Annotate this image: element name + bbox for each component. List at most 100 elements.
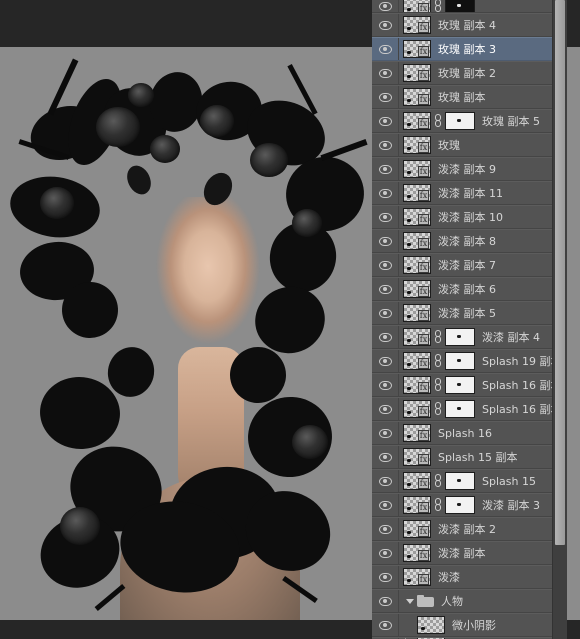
layer-visibility-toggle[interactable]	[372, 62, 399, 84]
layer-mask-thumbnail[interactable]	[445, 0, 475, 12]
layer-name[interactable]: 泼漆 副本 9	[438, 163, 496, 176]
layer-name[interactable]: Splash 16	[438, 427, 492, 440]
layer-name[interactable]: 人物	[441, 595, 463, 608]
layer-effects-icon[interactable]: fx	[418, 478, 429, 489]
layer-thumbnail[interactable]: fx	[403, 40, 431, 58]
layer-group-row[interactable]: 人物	[372, 589, 565, 613]
layer-effects-icon[interactable]: fx	[418, 118, 429, 129]
document-canvas[interactable]	[0, 0, 372, 639]
layer-thumbnail[interactable]: fx	[403, 496, 431, 514]
layer-name[interactable]: 玫瑰	[438, 139, 460, 152]
layer-row[interactable]: 微小阴影	[372, 613, 565, 637]
layer-visibility-toggle[interactable]	[372, 398, 399, 420]
layer-thumbnail[interactable]: fx	[403, 400, 431, 418]
layer-visibility-toggle[interactable]	[372, 158, 399, 180]
layer-visibility-toggle[interactable]	[372, 470, 399, 492]
layer-visibility-toggle[interactable]	[372, 326, 399, 348]
layer-row[interactable]: fx 泼漆 副本 11	[372, 181, 565, 205]
layer-name[interactable]: 泼漆 副本 10	[438, 211, 503, 224]
layer-visibility-toggle[interactable]	[372, 518, 399, 540]
layer-thumbnail[interactable]: fx	[403, 256, 431, 274]
layer-visibility-toggle[interactable]	[372, 590, 399, 612]
layer-name[interactable]: Splash 16 副本	[482, 403, 561, 416]
link-mask-icon[interactable]	[433, 498, 443, 512]
layer-mask-thumbnail[interactable]	[445, 472, 475, 490]
layer-row[interactable]: fx 泼漆 副本 6	[372, 277, 565, 301]
layer-visibility-toggle[interactable]	[372, 206, 399, 228]
layer-visibility-toggle[interactable]	[372, 446, 399, 468]
layer-row[interactable]: fx Splash 16	[372, 421, 565, 445]
layer-thumbnail[interactable]: fx	[403, 352, 431, 370]
layer-effects-icon[interactable]: fx	[418, 70, 429, 81]
layer-row[interactable]: fx Splash 16 副本 2	[372, 373, 565, 397]
layer-name[interactable]: 泼漆 副本 7	[438, 259, 496, 272]
layer-effects-icon[interactable]: fx	[418, 166, 429, 177]
layer-name[interactable]: 玫瑰 副本	[438, 91, 486, 104]
layer-effects-icon[interactable]: fx	[418, 406, 429, 417]
link-mask-icon[interactable]	[433, 474, 443, 488]
link-mask-icon[interactable]	[433, 378, 443, 392]
layer-mask-thumbnail[interactable]	[445, 496, 475, 514]
layer-visibility-toggle[interactable]	[372, 302, 399, 324]
layer-effects-icon[interactable]: fx	[418, 46, 429, 57]
layer-name[interactable]: 玫瑰 副本 5	[482, 115, 540, 128]
layer-visibility-toggle[interactable]	[372, 494, 399, 516]
layer-name[interactable]: 玫瑰 副本 2	[438, 67, 496, 80]
layer-thumbnail[interactable]	[417, 616, 445, 634]
layer-name[interactable]: 泼漆 副本 4	[482, 331, 540, 344]
layer-row[interactable]: fx 玫瑰 副本 4	[372, 13, 565, 37]
layer-row[interactable]: fx 泼漆 副本 3	[372, 493, 565, 517]
layer-name[interactable]: 泼漆 副本 8	[438, 235, 496, 248]
layer-thumbnail[interactable]: fx	[403, 232, 431, 250]
link-mask-icon[interactable]	[433, 330, 443, 344]
layer-thumbnail[interactable]: fx	[403, 184, 431, 202]
layer-mask-thumbnail[interactable]	[445, 400, 475, 418]
layer-visibility-toggle[interactable]	[372, 14, 399, 36]
layer-name[interactable]: 泼漆	[438, 571, 460, 584]
layer-visibility-toggle[interactable]	[372, 0, 399, 12]
layer-thumbnail[interactable]: fx	[403, 0, 431, 12]
layer-effects-icon[interactable]: fx	[418, 526, 429, 537]
layers-list[interactable]: fx fx 玫瑰 副本 4 fx 玫瑰 副本 3 fx 玫瑰 副本 2 fx 玫瑰 副本 fx 玫瑰…	[372, 0, 565, 639]
layer-name[interactable]: 泼漆 副本 3	[482, 499, 540, 512]
layer-mask-thumbnail[interactable]	[445, 352, 475, 370]
layer-visibility-toggle[interactable]	[372, 182, 399, 204]
layer-name[interactable]: 泼漆 副本 6	[438, 283, 496, 296]
layer-effects-icon[interactable]: fx	[418, 358, 429, 369]
layer-thumbnail[interactable]: fx	[403, 304, 431, 322]
layer-row[interactable]: fx 泼漆 副本 4	[372, 325, 565, 349]
layer-effects-icon[interactable]: fx	[418, 430, 429, 441]
layer-effects-icon[interactable]: fx	[418, 142, 429, 153]
layer-name[interactable]: 玫瑰 副本 4	[438, 19, 496, 32]
layer-name[interactable]: 泼漆 副本	[438, 547, 486, 560]
layers-scrollbar[interactable]	[552, 0, 567, 639]
layer-name[interactable]: Splash 19 副本	[482, 355, 561, 368]
layer-effects-icon[interactable]: fx	[418, 286, 429, 297]
layers-panel[interactable]: fx fx 玫瑰 副本 4 fx 玫瑰 副本 3 fx 玫瑰 副本 2 fx 玫瑰 副本 fx 玫瑰…	[372, 0, 580, 639]
layer-visibility-toggle[interactable]	[372, 278, 399, 300]
layer-row[interactable]: fx 泼漆 副本 7	[372, 253, 565, 277]
layer-visibility-toggle[interactable]	[372, 230, 399, 252]
layer-effects-icon[interactable]: fx	[418, 502, 429, 513]
layer-effects-icon[interactable]: fx	[418, 262, 429, 273]
layer-row[interactable]: fx 玫瑰 副本 2	[372, 61, 565, 85]
layer-visibility-toggle[interactable]	[372, 374, 399, 396]
layer-thumbnail[interactable]: fx	[403, 64, 431, 82]
layer-visibility-toggle[interactable]	[372, 350, 399, 372]
layer-visibility-toggle[interactable]	[372, 566, 399, 588]
layer-row[interactable]: fx 泼漆 副本 9	[372, 157, 565, 181]
layer-thumbnail[interactable]: fx	[403, 16, 431, 34]
layer-visibility-toggle[interactable]	[372, 110, 399, 132]
link-mask-icon[interactable]	[433, 354, 443, 368]
layer-name[interactable]: 玫瑰 副本 3	[438, 43, 496, 56]
layer-row[interactable]: fx 玫瑰	[372, 133, 565, 157]
layer-name[interactable]: 泼漆 副本 11	[438, 187, 503, 200]
scrollbar-thumb[interactable]	[555, 0, 565, 545]
layer-effects-icon[interactable]: fx	[418, 382, 429, 393]
layer-thumbnail[interactable]: fx	[403, 160, 431, 178]
layer-row[interactable]: fx 玫瑰 副本 5	[372, 109, 565, 133]
layer-effects-icon[interactable]: fx	[418, 550, 429, 561]
layer-visibility-toggle[interactable]	[372, 542, 399, 564]
layer-effects-icon[interactable]: fx	[418, 214, 429, 225]
layer-effects-icon[interactable]: fx	[418, 310, 429, 321]
